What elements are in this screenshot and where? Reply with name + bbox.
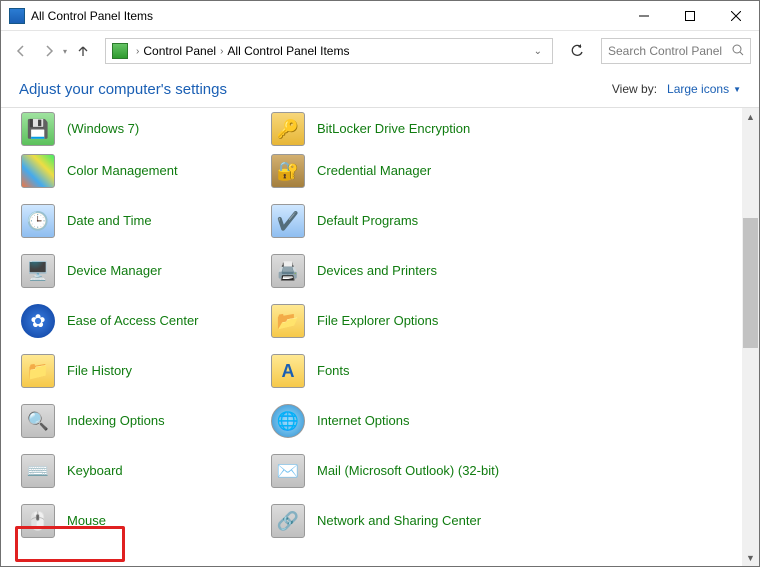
clock-icon: 🕒 (21, 204, 55, 238)
network-icon: 🔗 (271, 504, 305, 538)
scroll-up-button[interactable]: ▲ (742, 108, 759, 125)
scroll-thumb[interactable] (743, 218, 758, 348)
view-by-label: View by: (612, 82, 657, 96)
up-arrow-icon (76, 44, 90, 58)
item-label: File Explorer Options (317, 313, 438, 329)
item-label: Network and Sharing Center (317, 513, 481, 529)
item-label: Credential Manager (317, 163, 431, 179)
items-column: 💾 (Windows 7) Color Management 🕒 Date an… (21, 112, 271, 546)
bitlocker-icon: 🔑 (271, 112, 305, 146)
item-label: Mouse (67, 513, 106, 529)
ease-icon: ✿ (21, 304, 55, 338)
defaults-icon: ✔️ (271, 204, 305, 238)
color-icon (21, 154, 55, 188)
item-label: Keyboard (67, 463, 123, 479)
breadcrumb-segment[interactable]: All Control Panel Items (227, 44, 349, 58)
cp-item-devices-printers[interactable]: 🖨️ Devices and Printers (271, 246, 521, 296)
item-label: Device Manager (67, 263, 162, 279)
search-placeholder: Search Control Panel (608, 44, 722, 58)
breadcrumb-segment[interactable]: Control Panel (143, 44, 216, 58)
vertical-scrollbar[interactable]: ▲ ▼ (742, 108, 759, 566)
forward-button[interactable] (37, 39, 61, 63)
control-panel-window: All Control Panel Items ▾ › Control Pane… (0, 0, 760, 567)
cp-item-backup-windows7[interactable]: 💾 (Windows 7) (21, 112, 271, 146)
refresh-button[interactable] (563, 38, 591, 64)
close-button[interactable] (713, 1, 759, 31)
search-icon (732, 44, 744, 59)
titlebar: All Control Panel Items (1, 1, 759, 31)
item-label: Ease of Access Center (67, 313, 199, 329)
header-row: Adjust your computer's settings View by:… (1, 71, 759, 107)
back-button[interactable] (9, 39, 33, 63)
item-label: Devices and Printers (317, 263, 437, 279)
cp-item-device-manager[interactable]: 🖥️ Device Manager (21, 246, 271, 296)
chevron-down-icon: ▼ (733, 85, 741, 94)
breadcrumb-root-icon (112, 43, 128, 59)
view-by-value: Large icons (667, 82, 729, 96)
cp-item-file-explorer-options[interactable]: 📂 File Explorer Options (271, 296, 521, 346)
refresh-icon (570, 44, 584, 58)
forward-arrow-icon (42, 44, 56, 58)
vault-icon: 🔐 (271, 154, 305, 188)
address-dropdown-button[interactable]: ⌄ (528, 46, 548, 57)
back-arrow-icon (14, 44, 28, 58)
recent-locations-button[interactable]: ▾ (63, 47, 67, 56)
device-icon: 🖥️ (21, 254, 55, 288)
cp-item-network-sharing[interactable]: 🔗 Network and Sharing Center (271, 496, 521, 546)
folder-history-icon: 📁 (21, 354, 55, 388)
printer-icon: 🖨️ (271, 254, 305, 288)
item-label: Internet Options (317, 413, 410, 429)
fonts-icon: A (271, 354, 305, 388)
mouse-icon: 🖱️ (21, 504, 55, 538)
item-label: Default Programs (317, 213, 418, 229)
cp-item-internet-options[interactable]: 🌐 Internet Options (271, 396, 521, 446)
cp-item-fonts[interactable]: A Fonts (271, 346, 521, 396)
cp-item-mail-outlook[interactable]: ✉️ Mail (Microsoft Outlook) (32-bit) (271, 446, 521, 496)
item-label: Color Management (67, 163, 178, 179)
up-button[interactable] (71, 39, 95, 63)
maximize-button[interactable] (667, 1, 713, 31)
cp-item-file-history[interactable]: 📁 File History (21, 346, 271, 396)
search-input[interactable]: Search Control Panel (601, 38, 751, 64)
item-label: BitLocker Drive Encryption (317, 121, 470, 137)
cp-item-bitlocker[interactable]: 🔑 BitLocker Drive Encryption (271, 112, 521, 146)
item-label: Date and Time (67, 213, 152, 229)
explorer-options-icon: 📂 (271, 304, 305, 338)
item-label: File History (67, 363, 132, 379)
cp-item-date-time[interactable]: 🕒 Date and Time (21, 196, 271, 246)
keyboard-icon: ⌨️ (21, 454, 55, 488)
index-icon: 🔍 (21, 404, 55, 438)
minimize-button[interactable] (621, 1, 667, 31)
cp-item-default-programs[interactable]: ✔️ Default Programs (271, 196, 521, 246)
window-title: All Control Panel Items (31, 9, 621, 23)
maximize-icon (685, 11, 695, 21)
scroll-down-button[interactable]: ▼ (742, 549, 759, 566)
content-area: 💾 (Windows 7) Color Management 🕒 Date an… (1, 108, 759, 566)
control-panel-app-icon (9, 8, 25, 24)
cp-item-color-management[interactable]: Color Management (21, 146, 271, 196)
breadcrumb-separator: › (216, 46, 227, 57)
item-label: Indexing Options (67, 413, 165, 429)
cp-item-ease-of-access[interactable]: ✿ Ease of Access Center (21, 296, 271, 346)
backup-icon: 💾 (21, 112, 55, 146)
cp-item-mouse[interactable]: 🖱️ Mouse (21, 496, 271, 546)
close-icon (731, 11, 741, 21)
item-label: Fonts (317, 363, 350, 379)
page-title: Adjust your computer's settings (19, 81, 612, 98)
minimize-icon (639, 11, 649, 21)
item-label: (Windows 7) (67, 121, 139, 137)
navigation-bar: ▾ › Control Panel › All Control Panel It… (1, 31, 759, 71)
items-column: 🔑 BitLocker Drive Encryption 🔐 Credentia… (271, 112, 521, 546)
items-grid: 💾 (Windows 7) Color Management 🕒 Date an… (1, 108, 737, 566)
address-bar[interactable]: › Control Panel › All Control Panel Item… (105, 38, 553, 64)
cp-item-indexing-options[interactable]: 🔍 Indexing Options (21, 396, 271, 446)
cp-item-credential-manager[interactable]: 🔐 Credential Manager (271, 146, 521, 196)
breadcrumb-separator: › (132, 46, 143, 57)
view-by-selector[interactable]: Large icons ▼ (667, 82, 741, 96)
mail-icon: ✉️ (271, 454, 305, 488)
cp-item-keyboard[interactable]: ⌨️ Keyboard (21, 446, 271, 496)
internet-icon: 🌐 (271, 404, 305, 438)
item-label: Mail (Microsoft Outlook) (32-bit) (317, 463, 499, 479)
